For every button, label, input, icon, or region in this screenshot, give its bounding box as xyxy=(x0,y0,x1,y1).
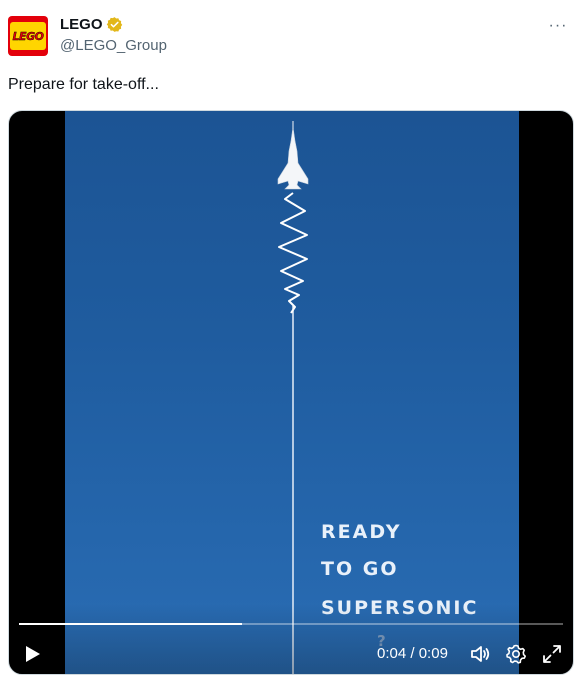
fullscreen-icon[interactable] xyxy=(541,643,563,665)
author-display-name[interactable]: LEGO xyxy=(60,16,103,33)
more-horizontal-icon[interactable]: ··· xyxy=(546,14,570,38)
avatar[interactable]: LEGO xyxy=(8,16,48,56)
post-text: Prepare for take-off... xyxy=(8,76,159,93)
video-frame: READY TO GO SUPERSONIC ? xyxy=(65,111,519,674)
current-time: 0:04 xyxy=(377,645,407,662)
avatar-logo-text: LEGO xyxy=(12,29,44,43)
play-icon[interactable] xyxy=(21,643,43,665)
verified-badge-icon xyxy=(106,17,122,32)
author-handle[interactable]: @LEGO_Group xyxy=(60,37,167,54)
progress-bar[interactable] xyxy=(19,623,563,625)
time-display: 0:04 / 0:09 xyxy=(377,645,448,662)
progress-fill xyxy=(19,623,243,625)
lego-logo: LEGO xyxy=(10,22,46,50)
time-separator: / xyxy=(410,645,415,662)
video-player[interactable]: READY TO GO SUPERSONIC ? 0:04 / 0:09 xyxy=(8,110,574,675)
volume-icon[interactable] xyxy=(469,643,491,665)
concorde-illustration xyxy=(277,121,309,674)
author-name-row: LEGO xyxy=(60,16,123,33)
overlay-text-line: READY xyxy=(321,521,402,543)
settings-gear-icon[interactable] xyxy=(505,643,527,665)
tweet-card: LEGO LEGO @LEGO_Group ··· Prepare for ta… xyxy=(0,0,582,681)
overlay-text-line: TO GO xyxy=(321,558,399,580)
duration: 0:09 xyxy=(418,645,448,662)
